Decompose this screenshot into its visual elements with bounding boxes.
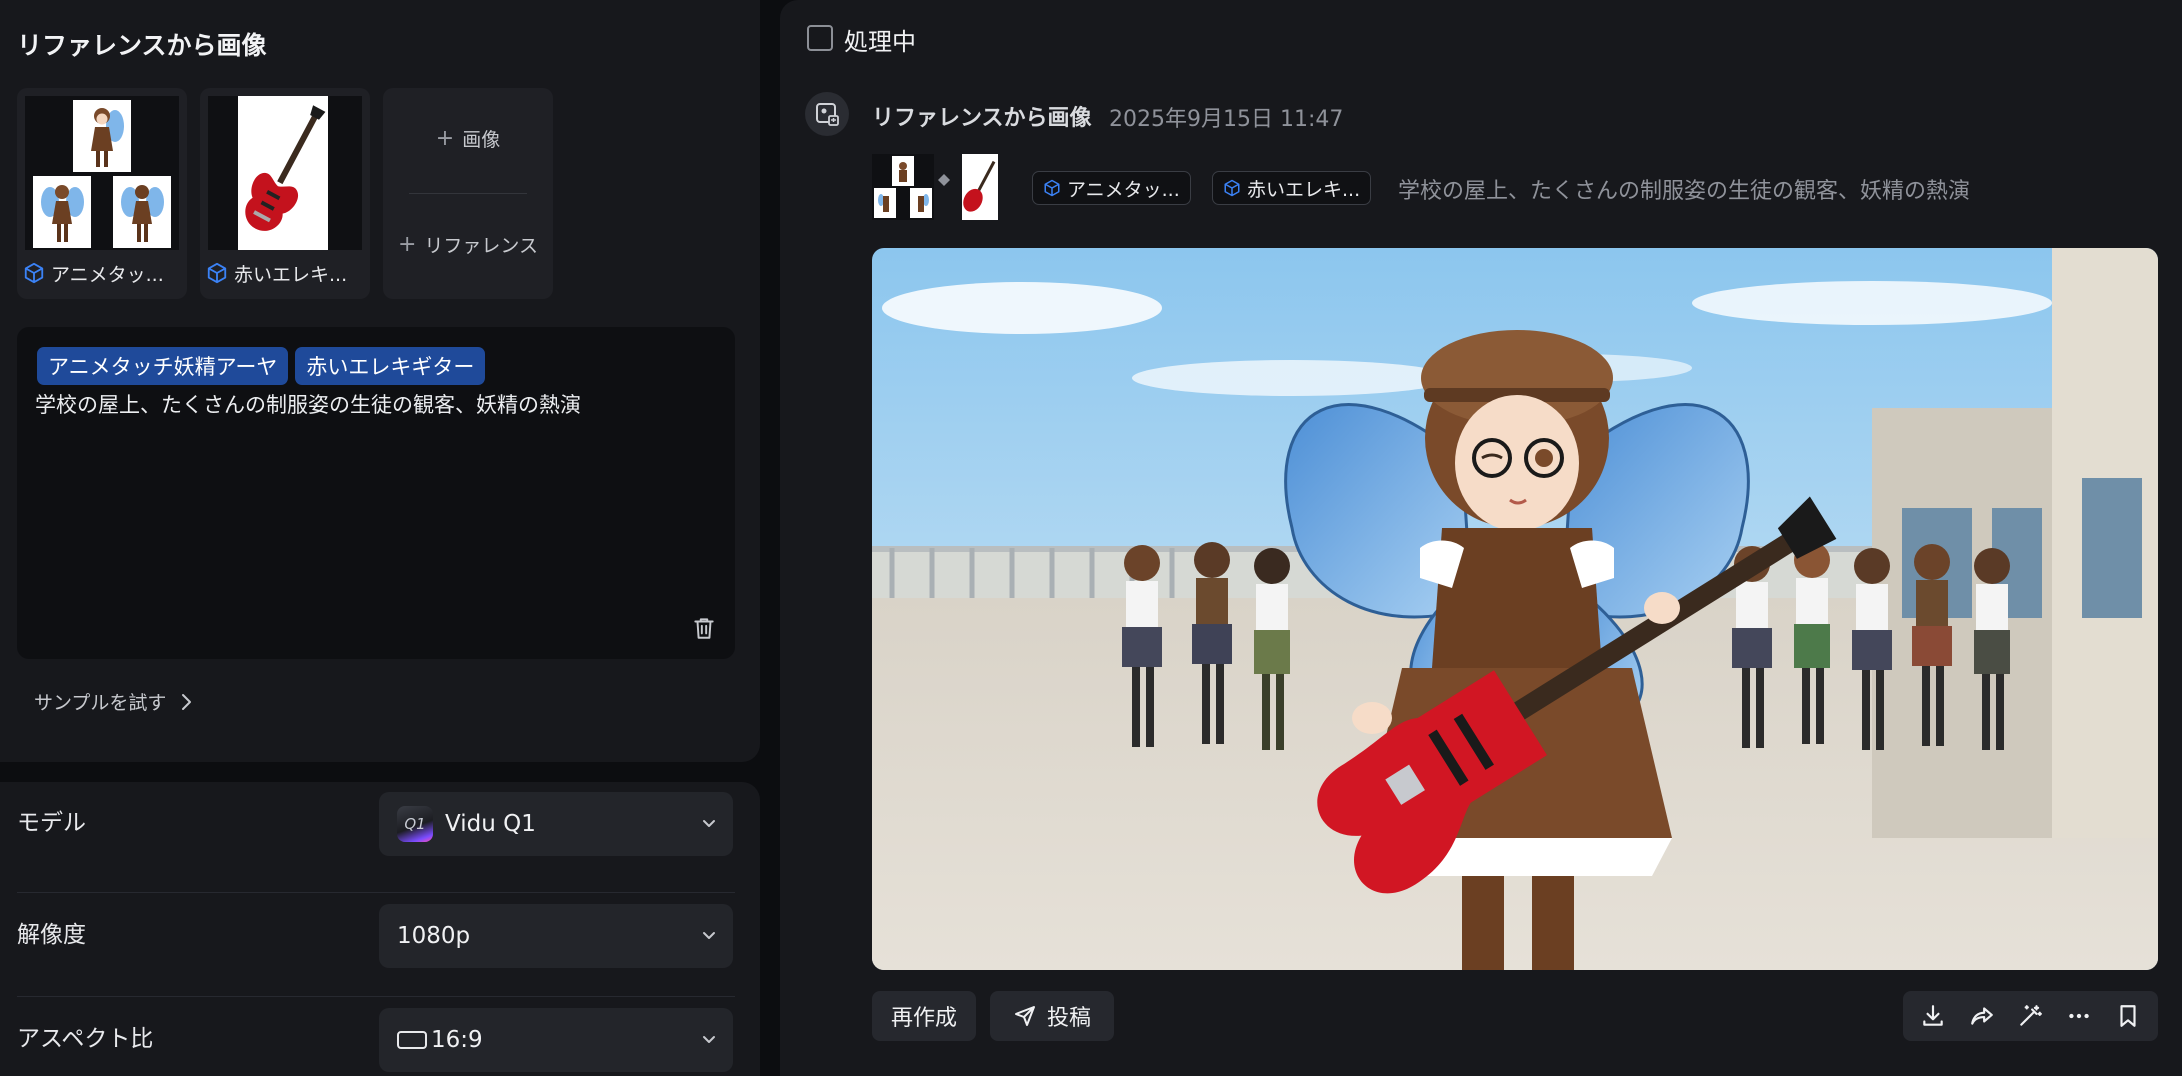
guitar-reference-thumbnail xyxy=(208,96,362,250)
task-timestamp: 2025年9月15日 11:47 xyxy=(1109,107,1344,132)
model-value: Vidu Q1 xyxy=(445,811,536,837)
processing-label: 処理中 xyxy=(844,28,916,56)
chevron-down-icon xyxy=(703,932,715,939)
resolution-label: 解像度 xyxy=(17,922,86,948)
aspect-ratio-value: 16:9 xyxy=(431,1027,483,1053)
plus-icon: + xyxy=(397,231,417,257)
divider xyxy=(17,892,735,893)
add-reference-button[interactable]: + リファレンス xyxy=(383,194,553,294)
model-label: モデル xyxy=(17,810,86,836)
resolution-setting: 解像度 1080p xyxy=(17,894,735,970)
post-button[interactable]: 投稿 xyxy=(990,991,1114,1041)
processing-checkbox[interactable] xyxy=(807,25,833,51)
model-select[interactable]: Q1 Vidu Q1 xyxy=(379,792,733,856)
cube-icon xyxy=(207,262,227,284)
magic-edit-icon[interactable] xyxy=(2016,1002,2044,1030)
vidu-logo-icon: Q1 xyxy=(397,806,433,842)
result-toolbar xyxy=(1903,991,2158,1041)
task-prompt: 学校の屋上、たくさんの制服姿の生徒の観客、妖精の熱演 xyxy=(1398,179,1971,204)
chevron-down-icon xyxy=(703,820,715,827)
prompt-tags: アニメタッチ妖精アーヤ 赤いエレキギター xyxy=(37,347,486,385)
more-icon[interactable] xyxy=(2065,1002,2093,1030)
aspect-ratio-icon xyxy=(397,1031,427,1049)
try-sample-link[interactable]: サンプルを試す xyxy=(34,688,192,715)
task-title: リファレンスから画像 xyxy=(872,106,1092,131)
task-reference-thumbnails xyxy=(872,154,998,220)
prompt-tag[interactable]: 赤いエレキギター xyxy=(295,347,486,385)
plus-icon: + xyxy=(435,125,455,151)
results-panel: 処理中 リファレンスから画像 2025年9月15日 11:47 アニメタッ...… xyxy=(780,0,2182,1076)
add-image-button[interactable]: + 画像 xyxy=(383,88,553,188)
add-card: + 画像 + リファレンス xyxy=(383,88,553,299)
cube-icon xyxy=(24,262,44,284)
resolution-select[interactable]: 1080p xyxy=(379,904,733,968)
reference-panel: リファレンスから画像 アニメタッ... 赤いエレキ... + 画像 + リファレ… xyxy=(0,0,760,762)
cube-icon xyxy=(1224,179,1240,197)
prompt-input[interactable]: アニメタッチ妖精アーヤ 赤いエレキギター 学校の屋上、たくさんの制服姿の生徒の観… xyxy=(17,327,735,659)
recreate-button[interactable]: 再作成 xyxy=(872,991,976,1041)
reference-chip[interactable]: 赤いエレキ... xyxy=(1212,171,1372,205)
reference-to-image-icon xyxy=(805,92,849,136)
chevron-right-icon xyxy=(182,693,192,710)
fairy-reference-thumbnail xyxy=(25,96,179,250)
prompt-tag[interactable]: アニメタッチ妖精アーヤ xyxy=(37,347,289,385)
generated-image[interactable] xyxy=(872,248,2158,970)
divider xyxy=(17,996,735,997)
reference-label: アニメタッ... xyxy=(51,263,164,286)
reference-chip[interactable]: アニメタッ... xyxy=(1032,171,1191,205)
chevron-down-icon xyxy=(703,1036,715,1043)
reference-card-guitar[interactable]: 赤いエレキ... xyxy=(200,88,370,299)
aspect-ratio-select[interactable]: 16:9 xyxy=(379,1008,733,1072)
aspect-ratio-setting: アスペクト比 16:9 xyxy=(17,998,735,1074)
settings-panel: モデル Q1 Vidu Q1 解像度 1080p アスペクト比 16:9 xyxy=(0,782,760,1076)
bookmark-icon[interactable] xyxy=(2114,1002,2142,1030)
resolution-value: 1080p xyxy=(397,923,471,949)
send-icon xyxy=(1014,1006,1035,1026)
prompt-text: 学校の屋上、たくさんの制服姿の生徒の観客、妖精の熱演 xyxy=(35,393,581,417)
trash-icon[interactable] xyxy=(691,615,717,641)
reference-label: 赤いエレキ... xyxy=(234,263,348,286)
reference-card-fairy[interactable]: アニメタッ... xyxy=(17,88,187,299)
aspect-ratio-label: アスペクト比 xyxy=(17,1026,154,1052)
share-icon[interactable] xyxy=(1968,1002,1996,1030)
panel-title: リファレンスから画像 xyxy=(17,31,267,60)
download-icon[interactable] xyxy=(1919,1002,1947,1030)
model-setting: モデル Q1 Vidu Q1 xyxy=(17,782,735,858)
cube-icon xyxy=(1044,179,1060,197)
